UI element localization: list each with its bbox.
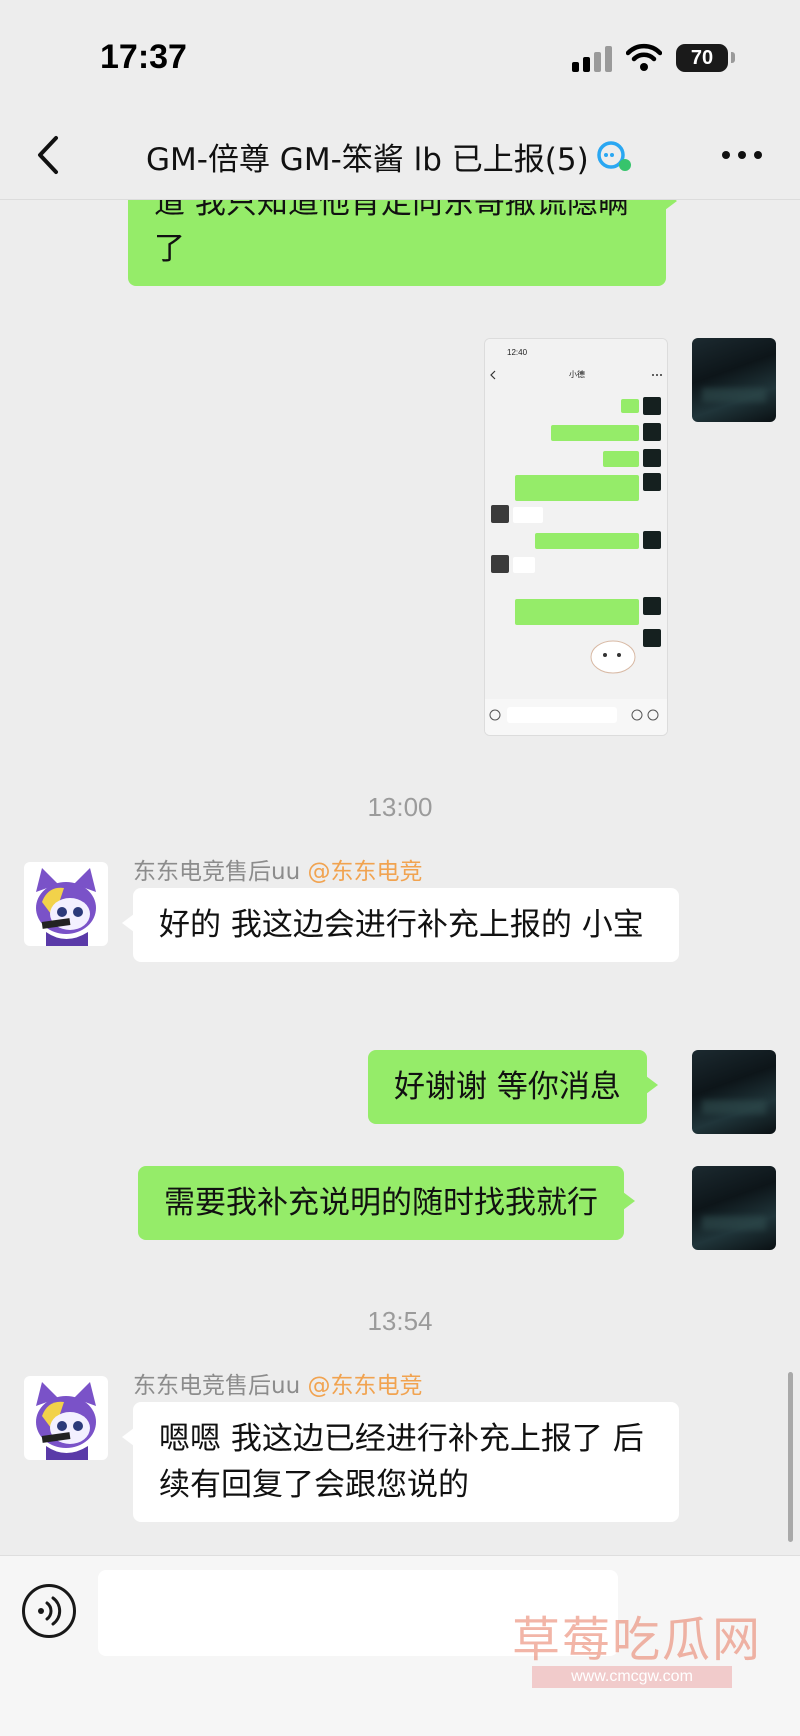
status-bar: 17:37 70: [0, 0, 800, 110]
watermark-text: 草莓吃瓜网: [512, 1612, 763, 1668]
message-text: 嗯嗯 我这边已经进行补充上报了 后续有回复了会跟您说的: [159, 1421, 644, 1503]
battery-tip: [731, 52, 735, 63]
sender-label: 东东电竞售后uu: [133, 859, 301, 885]
sender-mention[interactable]: @东东电竞: [307, 859, 422, 885]
timestamp: 13:00: [367, 792, 433, 822]
battery-indicator: 70: [676, 44, 728, 72]
message-text: 好的 我这边会进行补充上报的 小宝: [159, 907, 644, 943]
avatar-support[interactable]: [24, 1376, 108, 1460]
chevron-left-icon[interactable]: [28, 130, 68, 180]
embedded-time: 12:40: [507, 348, 528, 357]
cat-avatar-icon: [36, 1382, 96, 1460]
more-dots-icon[interactable]: [720, 140, 764, 170]
cat-avatar-icon: [36, 868, 96, 946]
message-bubble-sent[interactable]: 道 我只知道他肯定向东哥撒谎隐瞒了: [128, 200, 677, 286]
chat-title: GM-倍尊 GM-笨酱 lb 已上报(5): [146, 141, 589, 178]
avatar-self[interactable]: [692, 338, 776, 422]
embedded-chat-screenshot: 12:40 小德: [485, 339, 667, 735]
signal-icon: [572, 46, 614, 72]
input-bar: 草莓吃瓜网 www.cmcgw.com: [0, 1555, 800, 1736]
wifi-icon: [626, 43, 662, 71]
message-bubble-received[interactable]: 好的 我这边会进行补充上报的 小宝: [122, 888, 679, 962]
message-bubble-sent[interactable]: 需要我补充说明的随时找我就行: [138, 1166, 635, 1240]
chat-area[interactable]: 道 我只知道他肯定向东哥撒谎隐瞒了 13:00 东东电竞售后uu @东东电竞 好…: [0, 200, 800, 1555]
message-bubble-received[interactable]: 嗯嗯 我这边已经进行补充上报了 后续有回复了会跟您说的: [122, 1402, 679, 1522]
embedded-title: 小德: [569, 369, 585, 379]
voice-icon[interactable]: [22, 1584, 76, 1638]
sender-name: 东东电竞售后uu @东东电竞: [133, 1366, 422, 1400]
message-bubble-sent[interactable]: 好谢谢 等你消息: [368, 1050, 658, 1124]
nav-bar: GM-倍尊 GM-笨酱 lb 已上报(5): [0, 110, 800, 200]
message-text: 好谢谢 等你消息: [394, 1069, 621, 1105]
sender-mention[interactable]: @东东电竞: [307, 1373, 422, 1399]
message-text: 需要我补充说明的随时找我就行: [164, 1185, 598, 1221]
voice-waves: [38, 1596, 62, 1626]
message-text: 道 我只知道他肯定向东哥撒谎隐瞒了: [154, 200, 629, 267]
watermark-url: www.cmcgw.com: [532, 1666, 732, 1688]
avatar-self[interactable]: [692, 1050, 776, 1134]
sender-name: 东东电竞售后uu @东东电竞: [133, 852, 422, 886]
group-chat-icon: [596, 141, 631, 171]
avatar-support[interactable]: [24, 862, 108, 946]
chat-title-wrap[interactable]: GM-倍尊 GM-笨酱 lb 已上报(5): [146, 134, 635, 178]
timestamp: 13:54: [367, 1306, 433, 1336]
scrollbar[interactable]: [788, 1372, 793, 1542]
sender-label: 东东电竞售后uu: [133, 1373, 301, 1399]
avatar-self[interactable]: [692, 1166, 776, 1250]
sent-image[interactable]: 12:40 小德: [484, 338, 668, 736]
status-time: 17:37: [100, 38, 187, 76]
